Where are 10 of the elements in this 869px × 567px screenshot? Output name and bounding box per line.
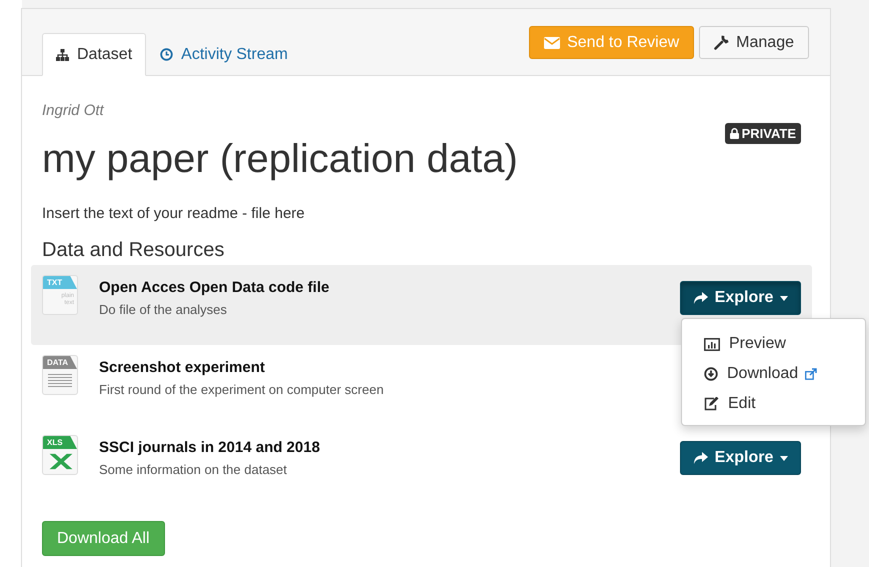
resource-description: First round of the experiment on computer screen: [99, 382, 385, 397]
private-badge: PRIVATE: [724, 123, 801, 144]
section-heading: Data and Resources: [42, 239, 226, 262]
author-name: Ingrid Ott: [42, 102, 106, 119]
file-type-icon: XLS: [42, 435, 78, 475]
resource-description: Some information on the dataset: [99, 462, 288, 477]
readme-text: Insert the text of your readme - file here: [42, 205, 306, 222]
resource-description: Do file of the analyses: [99, 302, 228, 317]
file-type-icon: DATA: [42, 355, 78, 395]
dataset-title: my paper (replication data): [42, 136, 519, 183]
